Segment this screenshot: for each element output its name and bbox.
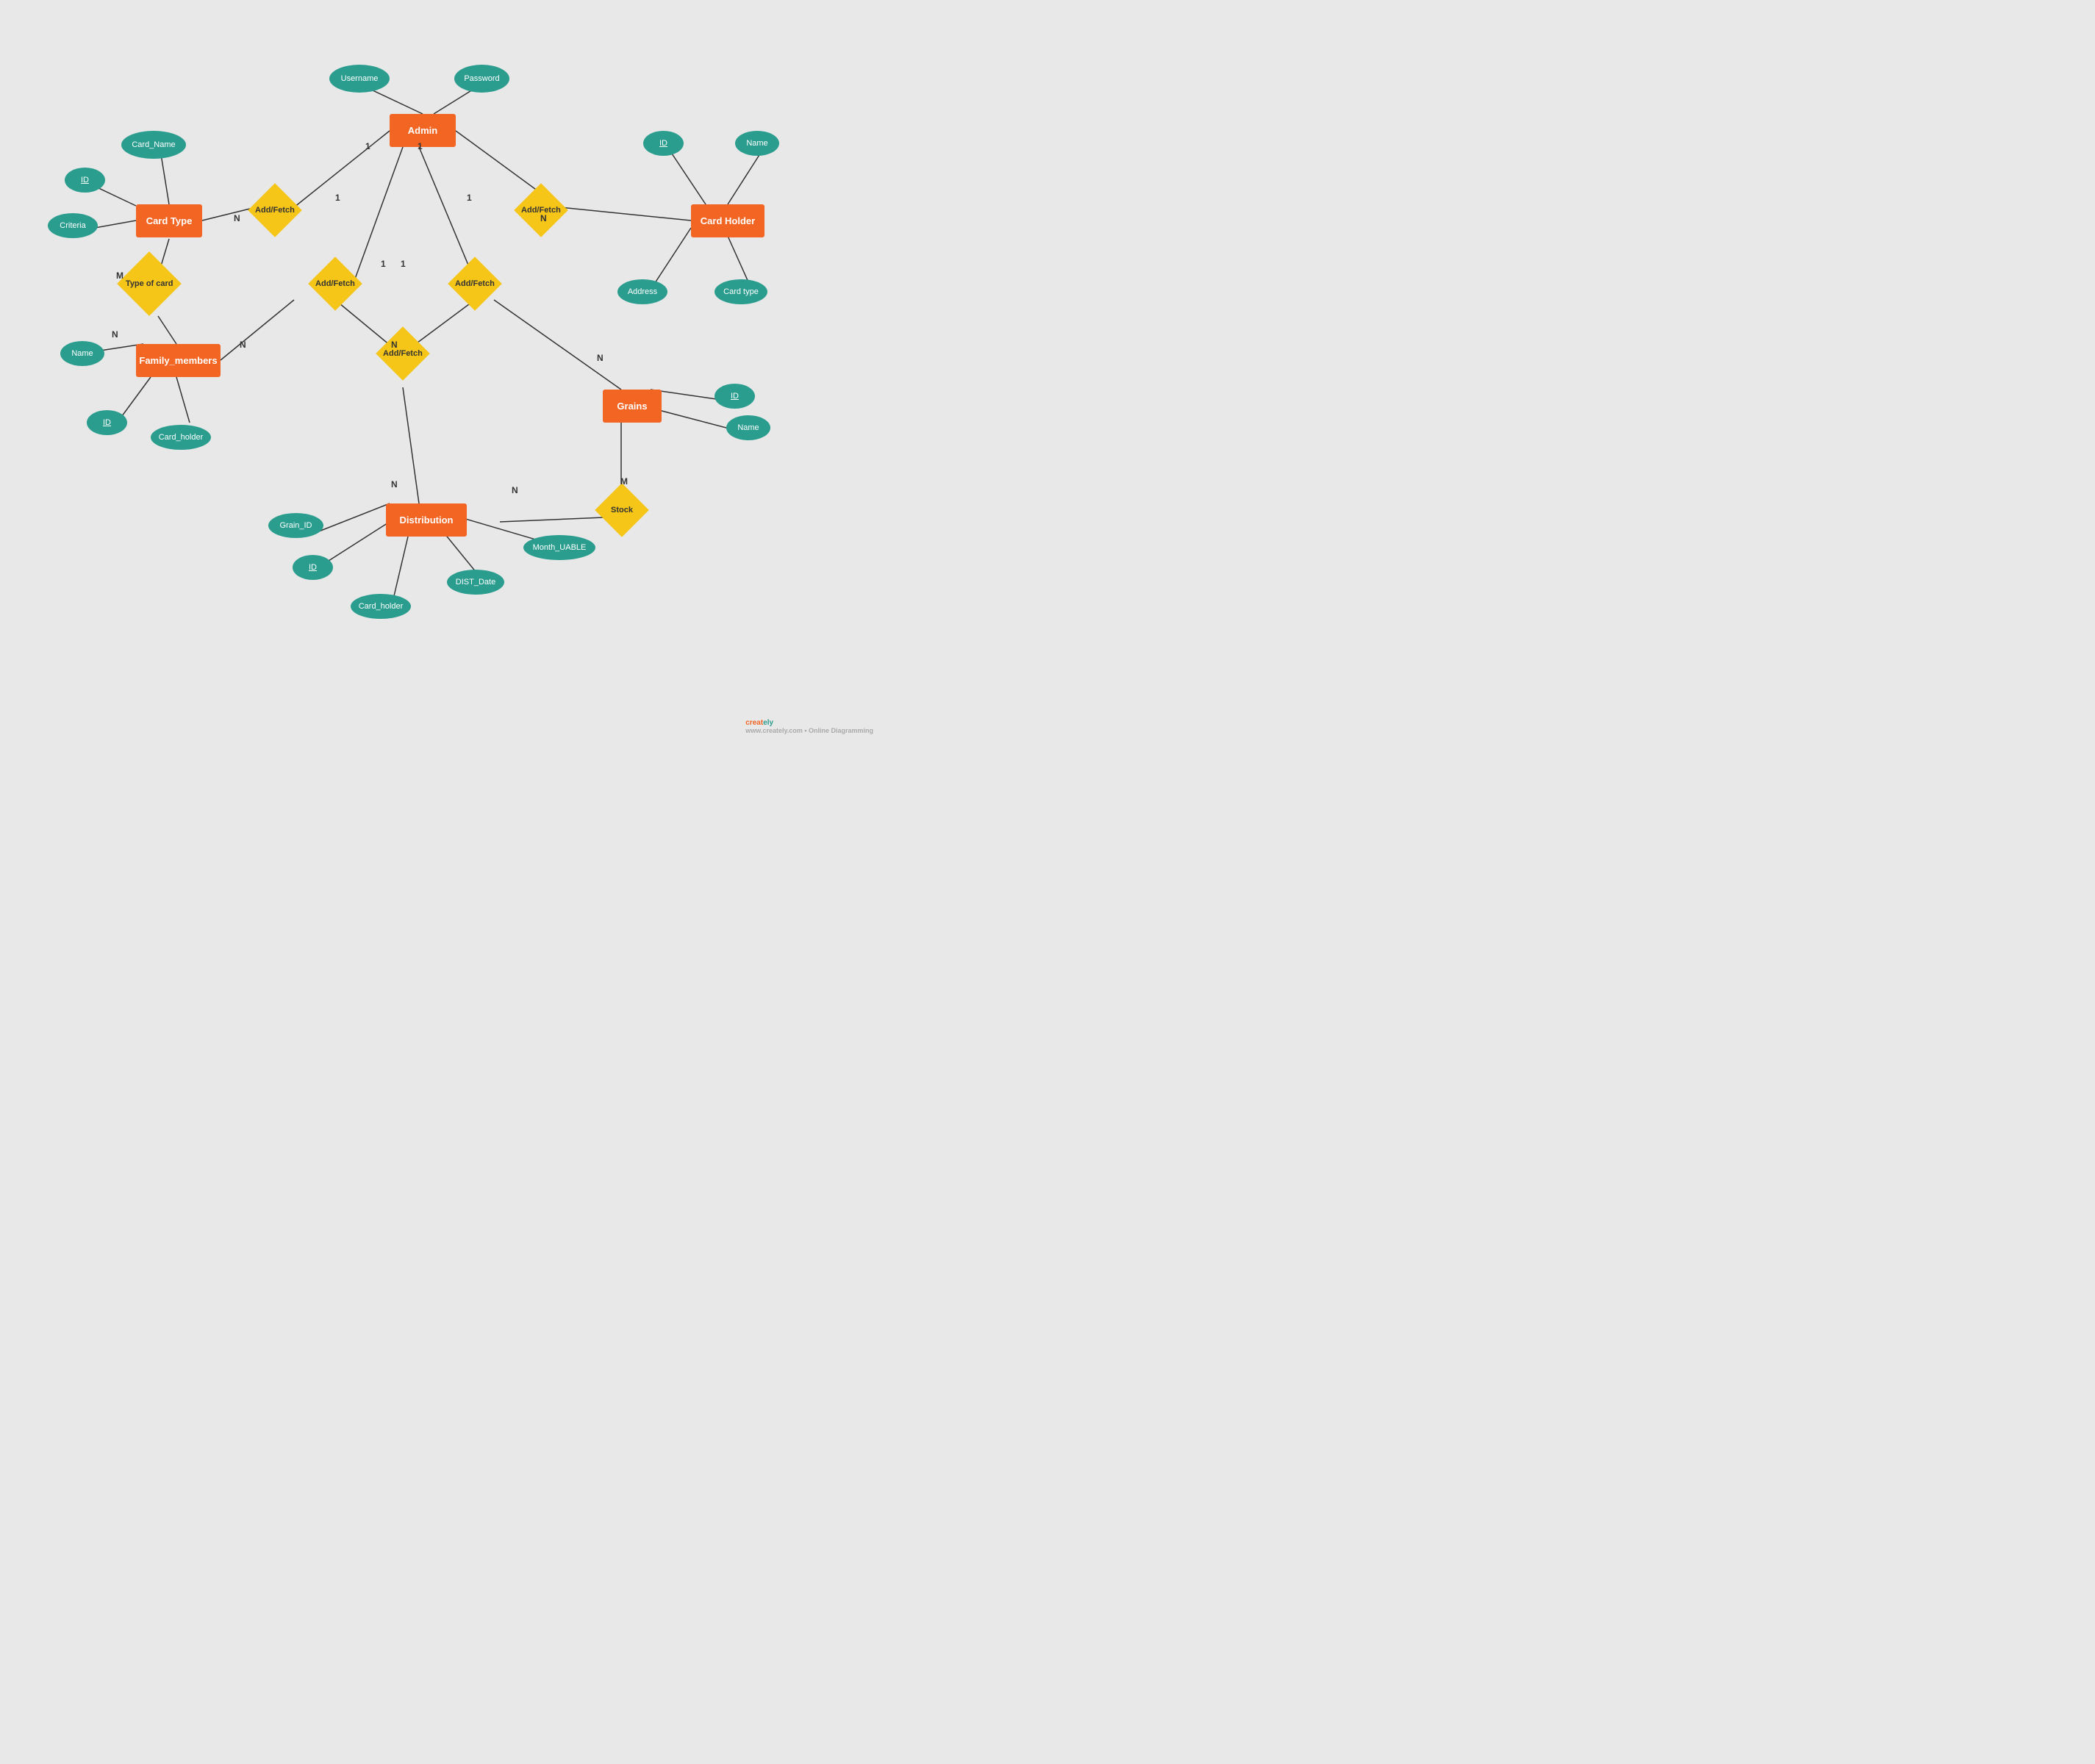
month-uable-attribute: Month_UABLE	[523, 535, 595, 560]
fm-id-attribute: ID	[87, 410, 127, 435]
password-attribute: Password	[454, 65, 509, 93]
cardinality-2: 1	[418, 141, 423, 151]
family-members-entity: Family_members	[136, 344, 221, 377]
card-type-entity: Card Type	[136, 204, 202, 237]
card-type-attr-attribute: Card type	[715, 279, 767, 304]
add-fetch-bottom-diamond: Add/Fetch	[376, 326, 430, 381]
add-fetch-top-left-diamond: Add/Fetch	[248, 183, 302, 237]
ch-name-attribute: Name	[735, 131, 779, 156]
grains-entity: Grains	[603, 390, 662, 423]
address-attribute: Address	[617, 279, 667, 304]
cardinality-7: 1	[381, 259, 386, 269]
gr-id-attribute: ID	[715, 384, 755, 409]
ch-id-attribute: ID	[643, 131, 684, 156]
add-fetch-mid-right-diamond: Add/Fetch	[448, 257, 502, 311]
card-holder-entity: Card Holder	[691, 204, 764, 237]
cardinality-9: M	[116, 270, 123, 281]
cardinality-6: N	[540, 213, 547, 223]
card-holder-fm-attribute: Card_holder	[151, 425, 211, 450]
connector-lines	[0, 0, 882, 741]
fm-name-attribute: Name	[60, 341, 104, 366]
add-fetch-top-right-diamond: Add/Fetch	[514, 183, 568, 237]
cardinality-13: N	[391, 479, 398, 490]
type-of-card-diamond: Type of card	[117, 251, 182, 316]
cardinality-5: 1	[467, 193, 472, 203]
dist-date-attribute: DIST_Date	[447, 570, 504, 595]
gr-name-attribute: Name	[726, 415, 770, 440]
cardinality-14: N	[512, 485, 518, 495]
cardinality-16: M	[620, 476, 628, 487]
cardinality-12: N	[391, 340, 398, 350]
add-fetch-mid-left-diamond: Add/Fetch	[308, 257, 362, 311]
dist-id-attribute: ID	[293, 555, 333, 580]
card-type-id-attribute: ID	[65, 168, 105, 193]
criteria-attribute: Criteria	[48, 213, 98, 238]
cardinality-1: 1	[365, 141, 370, 151]
card-holder-dist-attribute: Card_holder	[351, 594, 411, 619]
admin-entity: Admin	[390, 114, 456, 147]
cardinality-15: N	[597, 353, 604, 363]
creately-badge: creately www.creately.com • Online Diagr…	[745, 719, 873, 735]
grain-id-attribute: Grain_ID	[268, 513, 323, 538]
cardinality-4: 1	[335, 193, 340, 203]
cardinality-10: N	[112, 329, 118, 340]
stock-diamond: Stock	[595, 483, 649, 537]
card-name-attribute: Card_Name	[121, 131, 186, 159]
cardinality-3: N	[234, 213, 240, 223]
distribution-entity: Distribution	[386, 503, 467, 537]
cardinality-8: 1	[401, 259, 406, 269]
username-attribute: Username	[329, 65, 390, 93]
cardinality-11: N	[240, 340, 246, 350]
er-diagram: Admin Card Type Card Holder Family_membe…	[0, 0, 882, 741]
